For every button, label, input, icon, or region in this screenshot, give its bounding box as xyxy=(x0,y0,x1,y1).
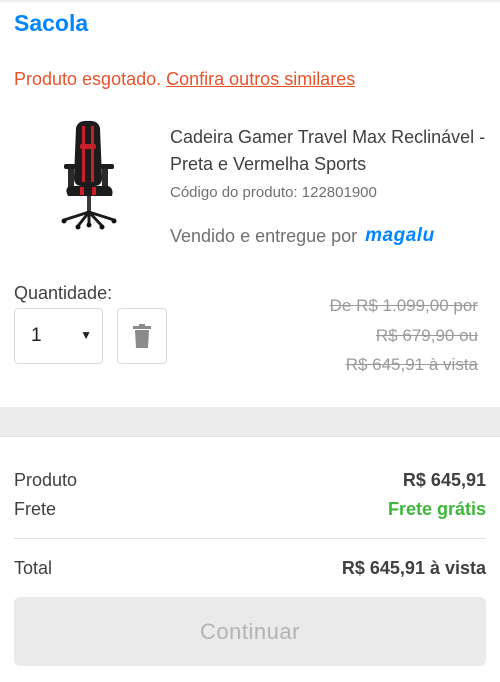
trash-icon xyxy=(133,324,151,348)
total-value: R$ 645,91 à vista xyxy=(341,558,486,578)
magalu-logo: magalu xyxy=(365,225,435,246)
top-shadow xyxy=(0,0,500,3)
subtotal-value: R$ 645,91 xyxy=(402,470,486,490)
sold-out-notice: Produto esgotado. Confira outros similar… xyxy=(14,69,355,90)
old-price-cash: R$ 645,91 à vista xyxy=(345,355,478,374)
product-code: Código do produto: 122801900 xyxy=(170,184,377,201)
shipping-value: Frete grátis xyxy=(387,499,486,519)
remove-item-button[interactable] xyxy=(117,308,167,364)
dropdown-arrow-icon: ▼ xyxy=(80,328,92,342)
product-name[interactable]: Cadeira Gamer Travel Max Reclinável - Pr… xyxy=(170,124,494,178)
total-label: Total xyxy=(14,558,53,578)
subtotal-label: Produto xyxy=(14,470,78,490)
section-divider xyxy=(0,407,500,437)
quantity-select[interactable]: 1 ▼ xyxy=(14,308,103,364)
gaming-chair-icon xyxy=(61,120,117,230)
old-price-list: De R$ 1.099,00 por xyxy=(329,296,478,315)
old-price-installment: R$ 679,90 ou xyxy=(375,326,478,345)
shipping-label: Frete xyxy=(14,499,57,519)
seller-info: Vendido e entregue por magalu xyxy=(170,225,435,247)
summary-divider xyxy=(14,538,486,539)
continue-button[interactable]: Continuar xyxy=(14,597,486,666)
seller-prefix: Vendido e entregue por xyxy=(170,225,358,246)
bag-page: Sacola Produto esgotado. Confira outros … xyxy=(0,0,500,682)
sold-out-text: Produto esgotado. xyxy=(14,69,162,89)
similar-products-link[interactable]: Confira outros similares xyxy=(166,69,355,89)
quantity-label: Quantidade: xyxy=(14,283,113,303)
page-title: Sacola xyxy=(14,10,89,36)
gaming-chair-image[interactable] xyxy=(38,116,154,232)
quantity-value: 1 xyxy=(31,325,42,346)
